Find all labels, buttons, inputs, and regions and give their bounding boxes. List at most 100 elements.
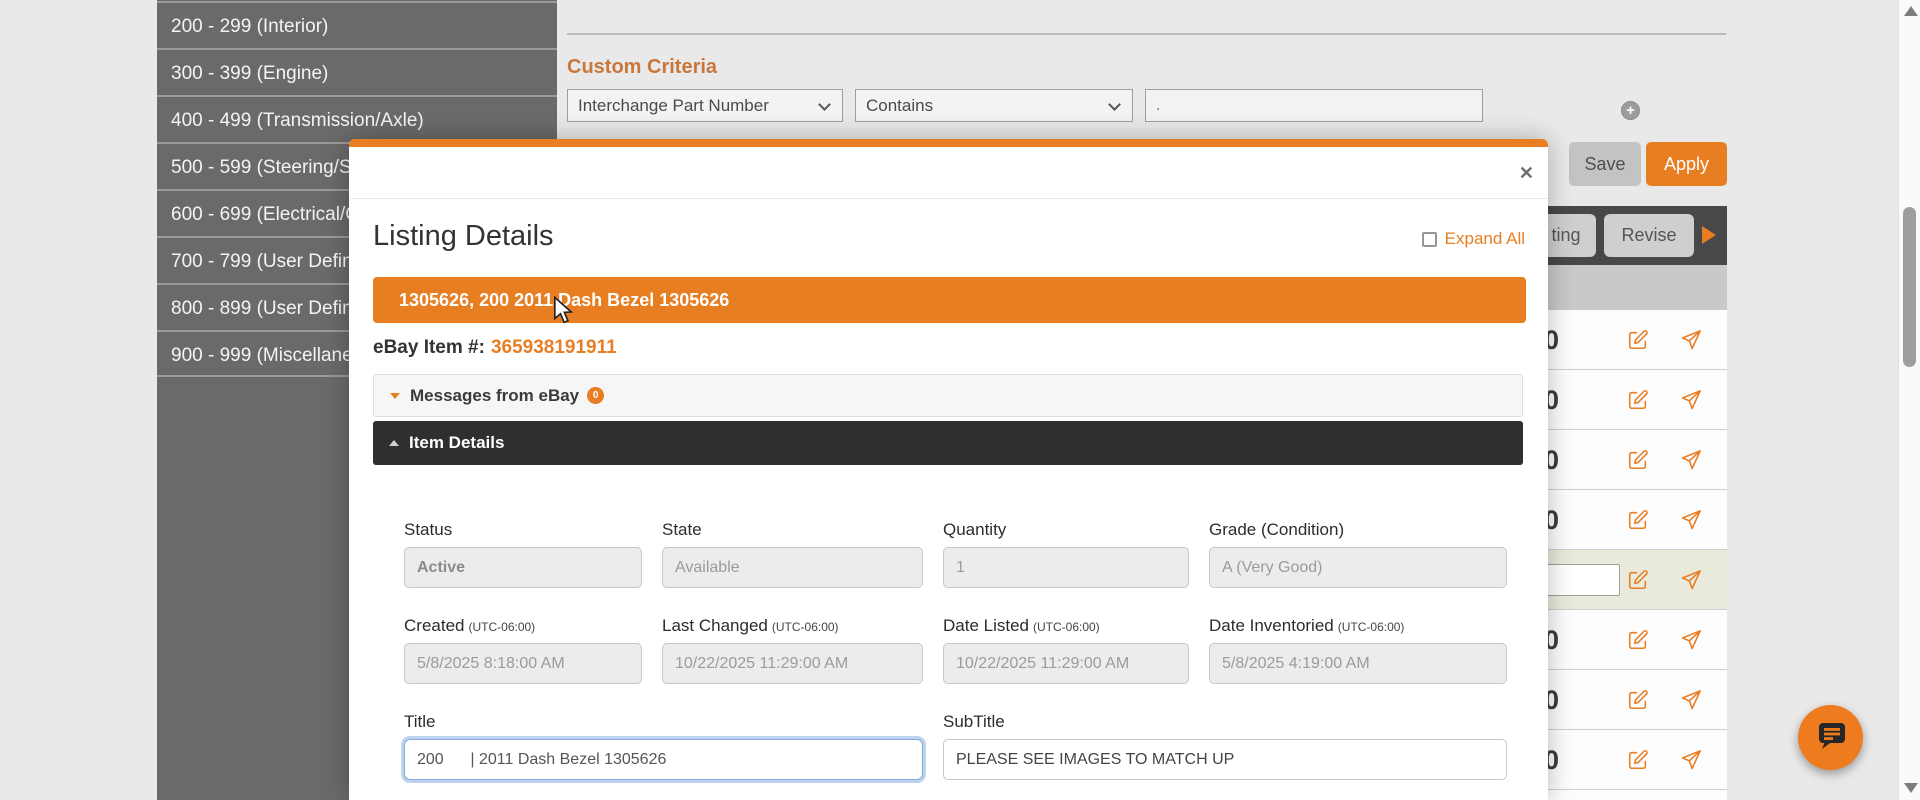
status-field: Status xyxy=(404,520,642,588)
criteria-field-value: Interchange Part Number xyxy=(578,96,769,115)
criteria-operator-value: Contains xyxy=(866,96,933,115)
item-details-accordion[interactable]: Item Details xyxy=(373,421,1523,465)
send-icon[interactable] xyxy=(1680,749,1702,771)
title-field: Title xyxy=(404,712,923,780)
chevron-down-icon xyxy=(818,98,831,111)
table-header-band xyxy=(1520,265,1727,310)
chat-button[interactable] xyxy=(1798,705,1863,770)
table-row xyxy=(1520,550,1727,610)
panel-divider xyxy=(567,33,1726,35)
ebay-item-label: eBay Item #: xyxy=(373,337,485,358)
send-icon[interactable] xyxy=(1680,569,1702,591)
chat-bubble-icon xyxy=(1813,717,1849,758)
send-icon[interactable] xyxy=(1680,689,1702,711)
edit-icon[interactable] xyxy=(1627,329,1649,351)
status-input xyxy=(404,547,642,588)
sidebar-item[interactable]: 300 - 399 (Engine) xyxy=(157,48,557,95)
table-row: 0 xyxy=(1520,670,1727,730)
scroll-down-arrow[interactable] xyxy=(1904,783,1918,793)
page-title: Listing Details xyxy=(373,220,554,253)
edit-icon[interactable] xyxy=(1627,389,1649,411)
modal-header-divider xyxy=(349,198,1548,199)
subtitle-label: SubTitle xyxy=(943,712,1507,733)
sidebar-item[interactable]: 400 - 499 (Transmission/Axle) xyxy=(157,95,557,142)
date-listed-input xyxy=(943,643,1189,684)
revise-button[interactable]: Revise xyxy=(1604,214,1694,257)
title-input[interactable] xyxy=(404,739,923,780)
criteria-value-input[interactable] xyxy=(1145,89,1483,122)
edit-icon[interactable] xyxy=(1627,509,1649,531)
last-changed-field: Last Changed(UTC-06:00) xyxy=(662,616,923,684)
date-listed-field: Date Listed(UTC-06:00) xyxy=(943,616,1189,684)
edit-icon[interactable] xyxy=(1627,449,1649,471)
add-criteria-button[interactable]: + xyxy=(1621,101,1640,120)
scrollbar-thumb[interactable] xyxy=(1903,207,1916,367)
messages-from-ebay-accordion[interactable]: Messages from eBay 0 xyxy=(373,374,1523,417)
created-field: Created(UTC-06:00) xyxy=(404,616,642,684)
last-changed-label: Last Changed(UTC-06:00) xyxy=(662,616,923,637)
table-row: 0 xyxy=(1520,310,1727,370)
send-icon[interactable] xyxy=(1680,449,1702,471)
edit-icon[interactable] xyxy=(1627,569,1649,591)
custom-criteria-heading: Custom Criteria xyxy=(567,56,717,79)
scroll-up-arrow[interactable] xyxy=(1904,6,1918,16)
criteria-operator-select[interactable]: Contains xyxy=(855,89,1133,122)
table-row: 0 xyxy=(1520,370,1727,430)
grade-input xyxy=(1209,547,1507,588)
date-inventoried-label: Date Inventoried(UTC-06:00) xyxy=(1209,616,1507,637)
edit-icon[interactable] xyxy=(1627,689,1649,711)
expand-all-toggle[interactable]: Expand All xyxy=(1422,229,1525,249)
send-icon[interactable] xyxy=(1680,329,1702,351)
caret-down-icon xyxy=(390,393,400,399)
save-button[interactable]: Save xyxy=(1569,142,1641,186)
edit-icon[interactable] xyxy=(1627,749,1649,771)
last-changed-input xyxy=(662,643,923,684)
date-listed-label: Date Listed(UTC-06:00) xyxy=(943,616,1189,637)
sidebar-item[interactable]: 200 - 299 (Interior) xyxy=(157,1,557,48)
date-inventoried-tz: (UTC-06:00) xyxy=(1338,620,1405,634)
edit-icon[interactable] xyxy=(1627,629,1649,651)
send-icon[interactable] xyxy=(1680,389,1702,411)
messages-count-badge: 0 xyxy=(587,387,604,404)
state-input xyxy=(662,547,923,588)
chevron-down-icon xyxy=(1108,98,1121,111)
quantity-label: Quantity xyxy=(943,520,1189,541)
modal-accent-strip xyxy=(349,139,1548,147)
row-edit-input[interactable] xyxy=(1540,564,1620,596)
subtitle-input[interactable] xyxy=(943,739,1507,780)
send-icon[interactable] xyxy=(1680,629,1702,651)
close-icon[interactable]: ✕ xyxy=(1519,163,1534,184)
last-changed-tz: (UTC-06:00) xyxy=(772,620,839,634)
created-input xyxy=(404,643,642,684)
date-inventoried-field: Date Inventoried(UTC-06:00) xyxy=(1209,616,1507,684)
date-listed-tz: (UTC-06:00) xyxy=(1033,620,1100,634)
messages-label: Messages from eBay xyxy=(410,386,579,406)
table-row: 0 xyxy=(1520,610,1727,670)
state-label: State xyxy=(662,520,923,541)
listing-details-modal: ✕ Listing Details Expand All 1305626, 20… xyxy=(349,139,1548,800)
expand-all-label: Expand All xyxy=(1445,229,1525,249)
status-label: Status xyxy=(404,520,642,541)
grade-field: Grade (Condition) xyxy=(1209,520,1507,588)
send-icon[interactable] xyxy=(1680,509,1702,531)
table-row: 0 xyxy=(1520,430,1727,490)
listing-item-header[interactable]: 1305626, 200 2011 Dash Bezel 1305626 xyxy=(373,277,1526,323)
apply-button[interactable]: Apply xyxy=(1646,142,1727,186)
expand-all-checkbox[interactable] xyxy=(1422,232,1437,247)
screen: 200 - 299 (Interior)300 - 399 (Engine)40… xyxy=(0,0,1920,800)
ebay-item-number-link[interactable]: 365938191911 xyxy=(491,337,617,358)
table-row: 0 xyxy=(1520,490,1727,550)
quantity-input xyxy=(943,547,1189,588)
grade-label: Grade (Condition) xyxy=(1209,520,1507,541)
listings-table: 0 0 xyxy=(1520,310,1727,800)
play-arrow-icon[interactable] xyxy=(1702,226,1716,244)
created-tz: (UTC-06:00) xyxy=(468,620,535,634)
title-label: Title xyxy=(404,712,923,733)
item-details-label: Item Details xyxy=(409,433,504,453)
ebay-item-line: eBay Item #: 365938191911 xyxy=(373,337,617,359)
criteria-field-select[interactable]: Interchange Part Number xyxy=(567,89,843,122)
table-row: 0 xyxy=(1520,730,1727,790)
quantity-field: Quantity xyxy=(943,520,1189,588)
subtitle-field: SubTitle xyxy=(943,712,1507,780)
created-label: Created(UTC-06:00) xyxy=(404,616,642,637)
